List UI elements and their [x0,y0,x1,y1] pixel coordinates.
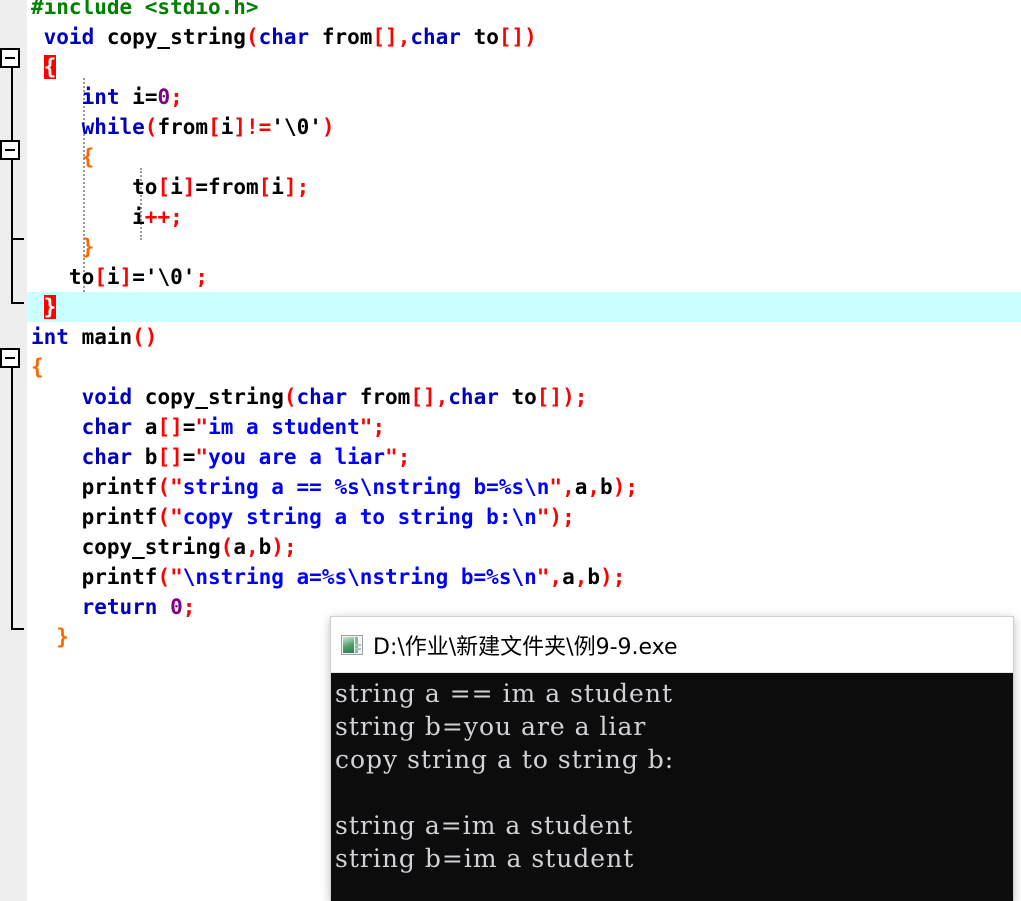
code-line-7[interactable]: to[i]=from[i]; to[i]=from[i]; [27,172,1021,202]
code-line-17[interactable]: printf("string a == %s\nstring b=%s\n",a… [27,472,1021,502]
code-line-19[interactable]: copy_string(a,b); copy_string(a,b); [27,532,1021,562]
code-line-20[interactable]: printf("\nstring a=%s\nstring b=%s\n",a,… [27,562,1021,592]
fold-guide-line [11,368,13,630]
console-window-title: D:\作业\新建文件夹\例9-9.exe [373,634,678,660]
console-output-line: copy string a to string b: [335,745,675,774]
code-line-14[interactable]: void copy_string(char from[],char to[]);… [27,382,1021,412]
fold-end-marker [11,302,24,304]
editor-gutter[interactable] [0,0,28,901]
fold-toggle-main[interactable] [0,348,20,368]
code-line-6[interactable]: { { [27,142,1021,172]
code-line-4[interactable]: int i=0; int i=0; [27,82,1021,112]
fold-guide-line [11,160,13,238]
console-titlebar[interactable]: D:\作业\新建文件夹\例9-9.exe [331,617,1013,673]
code-line-13[interactable]: {{ [27,352,1021,382]
code-line-2[interactable]: void copy_string(char from[],char to[]) … [27,22,1021,52]
console-output-area[interactable]: string a == im a student string b=you ar… [331,673,1013,901]
code-line-16[interactable]: char b[]="you are a liar"; char b[]="you… [27,442,1021,472]
console-window[interactable]: D:\作业\新建文件夹\例9-9.exe string a == im a st… [331,617,1013,901]
fold-toggle-while[interactable] [0,140,20,160]
code-line-3[interactable]: { { [27,52,1021,82]
code-line-1[interactable]: #include <stdio.h> [27,0,1021,22]
code-line-10[interactable]: to[i]='\0'; to[i]='\0'; [27,262,1021,292]
code-line-15[interactable]: char a[]="im a student"; char a[]="im a … [27,412,1021,442]
fold-guide-line [11,68,13,140]
fold-guide-line [11,238,13,304]
console-output-line: string a=im a student [335,811,634,840]
console-app-icon [341,634,363,655]
fold-toggle-function[interactable] [0,48,20,68]
code-line-18[interactable]: printf("copy string a to string b:\n"); … [27,502,1021,532]
console-output-line: string b=im a student [335,844,635,873]
code-line-1-text: #include <stdio.h> [31,0,259,19]
fold-end-marker [11,628,24,630]
code-line-5[interactable]: while(from[i]!='\0') while(from[i]!='\0'… [27,112,1021,142]
console-output-line: string b=you are a liar [335,712,647,741]
console-output-line-blank [335,776,1013,809]
code-line-8[interactable]: i++; i++; [27,202,1021,232]
code-line-12[interactable]: int main()int main() [27,322,1021,352]
code-line-9[interactable]: } } [27,232,1021,262]
console-output-line: string a == im a student [335,679,673,708]
code-line-11[interactable]: } } [27,292,1021,322]
